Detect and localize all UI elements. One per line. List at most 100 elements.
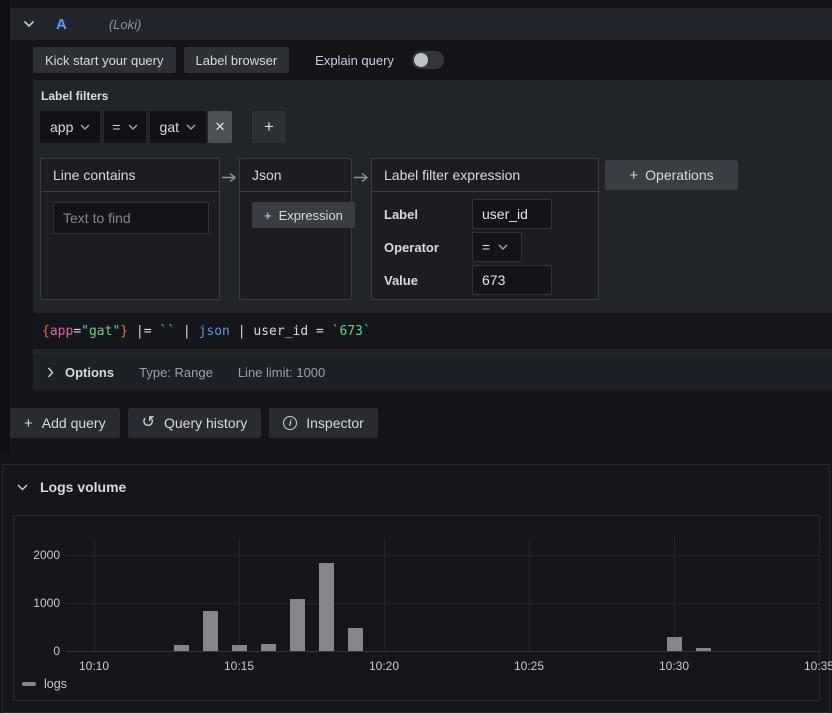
- pipeline-arrow-icon: [354, 170, 369, 186]
- query-ref-id: A: [56, 16, 67, 33]
- inspector-button[interactable]: i Inspector: [269, 408, 378, 438]
- gridline-vertical: [819, 537, 820, 651]
- gridline-vertical: [674, 537, 675, 651]
- field-label: Operator: [384, 240, 472, 255]
- x-axis-tick-label: 10:10: [72, 658, 116, 674]
- bar-10:13: [174, 645, 189, 651]
- query-builder-panel: Label filters app = gat ✕ + Line contain…: [33, 80, 832, 390]
- bar-10:18: [319, 563, 334, 651]
- operation-line-contains: Line contains: [40, 158, 220, 300]
- y-axis-tick-label: 2000: [20, 547, 60, 563]
- query-preview-code: {app="gat"} |= `` | json | user_id = `67…: [33, 313, 832, 349]
- remove-filter-button[interactable]: ✕: [208, 111, 232, 143]
- query-history-label: Query history: [164, 415, 247, 431]
- logs-volume-chart: 01000200010:1010:1510:2010:2510:3010:35 …: [13, 515, 820, 701]
- label-filters-row: app = gat ✕ +: [40, 111, 286, 143]
- legend-series-icon: [22, 682, 36, 686]
- x-axis-baseline: [66, 651, 820, 652]
- bar-10:31: [696, 648, 711, 651]
- label-filters-title: Label filters: [41, 89, 108, 103]
- pipeline-arrow-icon: [222, 170, 237, 186]
- collapse-chevron-down-icon[interactable]: [23, 20, 35, 28]
- bar-10:15: [232, 645, 247, 651]
- kick-start-query-button[interactable]: Kick start your query: [33, 47, 176, 73]
- chevron-right-icon: [47, 367, 54, 378]
- secondary-actions-row: + Add query ↺ Query history i Inspector: [10, 408, 378, 438]
- logs-volume-plot: 01000200010:1010:1510:2010:2510:3010:35: [14, 516, 819, 700]
- gridline-horizontal: [66, 555, 820, 556]
- chevron-down-icon: [498, 244, 508, 250]
- explain-query-label: Explain query: [315, 53, 394, 68]
- inspector-label: Inspector: [306, 415, 364, 431]
- operation-title: Label filter expression: [372, 159, 598, 192]
- chevron-down-icon: [186, 124, 196, 130]
- query-history-button[interactable]: ↺ Query history: [128, 408, 262, 438]
- add-filter-button[interactable]: +: [252, 111, 286, 143]
- filter-value-select[interactable]: gat: [150, 111, 206, 143]
- operation-title: Line contains: [41, 159, 219, 192]
- gridline-vertical: [239, 537, 240, 651]
- filter-label-select[interactable]: app: [40, 111, 100, 143]
- left-gutter: [0, 0, 10, 455]
- add-operations-button[interactable]: + Operations: [605, 160, 738, 190]
- chevron-down-icon: [80, 124, 90, 130]
- filter-label-value: app: [50, 119, 73, 135]
- chevron-down-icon: [128, 124, 138, 130]
- gridline-vertical: [94, 537, 95, 651]
- logs-volume-title: Logs volume: [40, 479, 126, 495]
- bar-10:16: [261, 644, 276, 651]
- x-axis-tick-label: 10:15: [217, 658, 261, 674]
- filter-operator-select[interactable]: =: [104, 111, 145, 143]
- operator-field-select[interactable]: =: [472, 232, 522, 262]
- gridline-vertical: [384, 537, 385, 651]
- plus-icon: +: [24, 415, 33, 432]
- bar-10:19: [348, 628, 363, 651]
- gridline-horizontal: [66, 603, 820, 604]
- operation-json: Json + Expression: [239, 158, 352, 300]
- field-label: Value: [384, 273, 472, 288]
- options-row[interactable]: Options Type: Range Line limit: 1000: [33, 354, 832, 390]
- plus-icon: +: [629, 167, 638, 184]
- legend-series-label: logs: [44, 677, 67, 691]
- datasource-hint: (Loki): [109, 17, 142, 32]
- x-axis-tick-label: 10:30: [652, 658, 696, 674]
- add-query-label: Add query: [42, 415, 106, 431]
- explain-query-toggle[interactable]: [412, 51, 444, 69]
- options-label: Options: [65, 365, 114, 380]
- bar-10:14: [203, 611, 218, 651]
- logs-volume-panel: Logs volume 01000200010:1010:1510:2010:2…: [2, 464, 830, 713]
- x-axis-tick-label: 10:20: [362, 658, 406, 674]
- filter-value-value: gat: [160, 119, 179, 135]
- value-field-input[interactable]: [472, 265, 552, 295]
- chevron-down-icon: [17, 484, 28, 491]
- bar-10:30: [667, 637, 682, 651]
- add-query-button[interactable]: + Add query: [10, 408, 120, 438]
- expression-label: Expression: [279, 208, 343, 223]
- filter-operator-value: =: [112, 119, 120, 135]
- x-axis-tick-label: 10:35: [797, 658, 832, 674]
- line-contains-input[interactable]: [53, 202, 209, 234]
- field-label: Label: [384, 207, 472, 222]
- logs-volume-header[interactable]: Logs volume: [17, 479, 126, 495]
- history-icon: ↺: [142, 415, 155, 431]
- label-field-input[interactable]: [472, 199, 552, 229]
- bar-10:17: [290, 599, 305, 651]
- toggle-knob: [414, 53, 428, 67]
- pipeline-operations-row: Line contains Json + Expression Label fi…: [40, 158, 599, 300]
- query-row-header[interactable]: A (Loki): [10, 8, 832, 40]
- operator-field-value: =: [482, 239, 490, 255]
- options-type: Type: Range: [139, 365, 213, 380]
- legend-item-logs[interactable]: logs: [22, 677, 67, 691]
- operations-label: Operations: [645, 167, 713, 183]
- operation-title: Json: [240, 159, 351, 192]
- add-expression-button[interactable]: + Expression: [252, 202, 355, 228]
- operation-label-filter-expression: Label filter expression Label Operator =…: [371, 158, 599, 300]
- query-toolbar: Kick start your query Label browser Expl…: [33, 46, 444, 74]
- gridline-vertical: [529, 537, 530, 651]
- plus-icon: +: [264, 208, 272, 223]
- label-browser-button[interactable]: Label browser: [184, 47, 290, 73]
- y-axis-tick-label: 1000: [20, 595, 60, 611]
- x-axis-tick-label: 10:25: [507, 658, 551, 674]
- options-line-limit: Line limit: 1000: [238, 365, 325, 380]
- info-circle-icon: i: [283, 416, 297, 430]
